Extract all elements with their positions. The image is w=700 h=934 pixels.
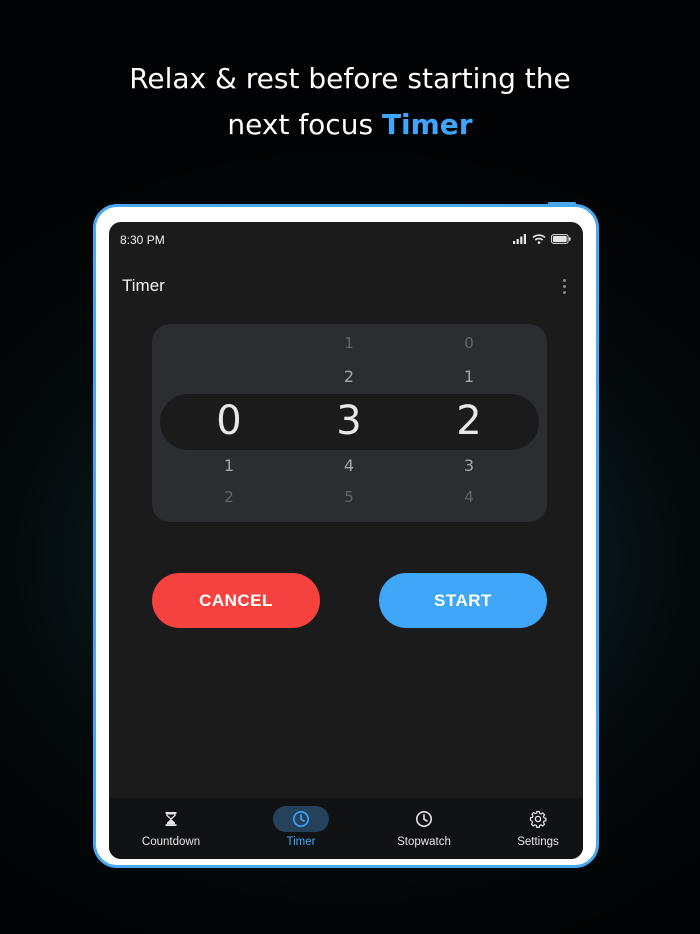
more-vert-icon[interactable]	[553, 274, 575, 298]
nav-label-timer: Timer	[286, 836, 316, 848]
app-title: Timer	[122, 276, 165, 295]
minutes-wheel[interactable]: 1 2 3 4 5	[309, 324, 389, 522]
minutes-far-above: 1	[344, 334, 354, 352]
bottom-navigation: Countdown Timer Stopwatch Settings	[109, 798, 583, 859]
status-time: 8:30 PM	[120, 233, 165, 247]
seconds-selected: 2	[456, 398, 482, 444]
clock-icon	[293, 811, 309, 827]
tablet-volume-up-button	[596, 253, 599, 277]
seconds-far-below: 4	[464, 488, 474, 506]
nav-label-countdown: Countdown	[141, 836, 201, 848]
nav-label-settings: Settings	[517, 836, 559, 848]
time-picker[interactable]: 0 1 2 1 2 3 4 5 0 1 2 3 4	[152, 324, 547, 522]
start-button[interactable]: START	[379, 573, 547, 628]
minutes-above: 2	[343, 367, 355, 386]
hours-selected: 0	[216, 398, 242, 444]
hours-wheel[interactable]: 0 1 2	[189, 324, 269, 522]
seconds-below: 3	[463, 456, 475, 475]
wifi-icon	[532, 234, 546, 244]
seconds-wheel[interactable]: 0 1 2 3 4	[429, 324, 509, 522]
minutes-below: 4	[343, 456, 355, 475]
headline-line-2-prefix: next focus	[227, 108, 382, 141]
tablet-volume-down-button	[596, 283, 599, 307]
promo-headline: Relax & rest before starting the next fo…	[0, 56, 700, 148]
tablet-top-button	[548, 202, 576, 205]
headline-line-1: Relax & rest before starting the	[129, 62, 571, 95]
status-bar: 8:30 PM	[109, 222, 583, 254]
minutes-selected: 3	[336, 398, 362, 444]
cancel-button[interactable]: CANCEL	[152, 573, 320, 628]
headline-line-2: next focus Timer	[0, 102, 700, 148]
seconds-above: 1	[463, 367, 475, 386]
gear-icon	[529, 810, 547, 828]
nav-label-stopwatch: Stopwatch	[397, 836, 451, 848]
hours-far-below: 2	[224, 488, 234, 506]
clock-icon	[416, 811, 432, 827]
app-bar: Timer	[109, 262, 583, 306]
app-screen: 8:30 PM Timer 0 1 2 1 2 3 4 5 0 1 2 3 4 …	[109, 222, 583, 859]
headline-accent: Timer	[381, 108, 473, 141]
seconds-far-above: 0	[464, 334, 474, 352]
hours-below: 1	[223, 456, 235, 475]
nav-item-settings[interactable]: Settings	[483, 798, 583, 859]
status-icons	[513, 234, 571, 244]
nav-item-countdown[interactable]: Countdown	[116, 798, 226, 859]
battery-icon	[551, 234, 571, 244]
nav-item-timer[interactable]: Timer	[246, 798, 356, 859]
minutes-far-below: 5	[344, 488, 354, 506]
tablet-frame: 8:30 PM Timer 0 1 2 1 2 3 4 5 0 1 2 3 4 …	[93, 202, 599, 868]
nav-item-stopwatch[interactable]: Stopwatch	[369, 798, 479, 859]
signal-icon	[513, 234, 526, 244]
hourglass-icon	[165, 812, 177, 826]
